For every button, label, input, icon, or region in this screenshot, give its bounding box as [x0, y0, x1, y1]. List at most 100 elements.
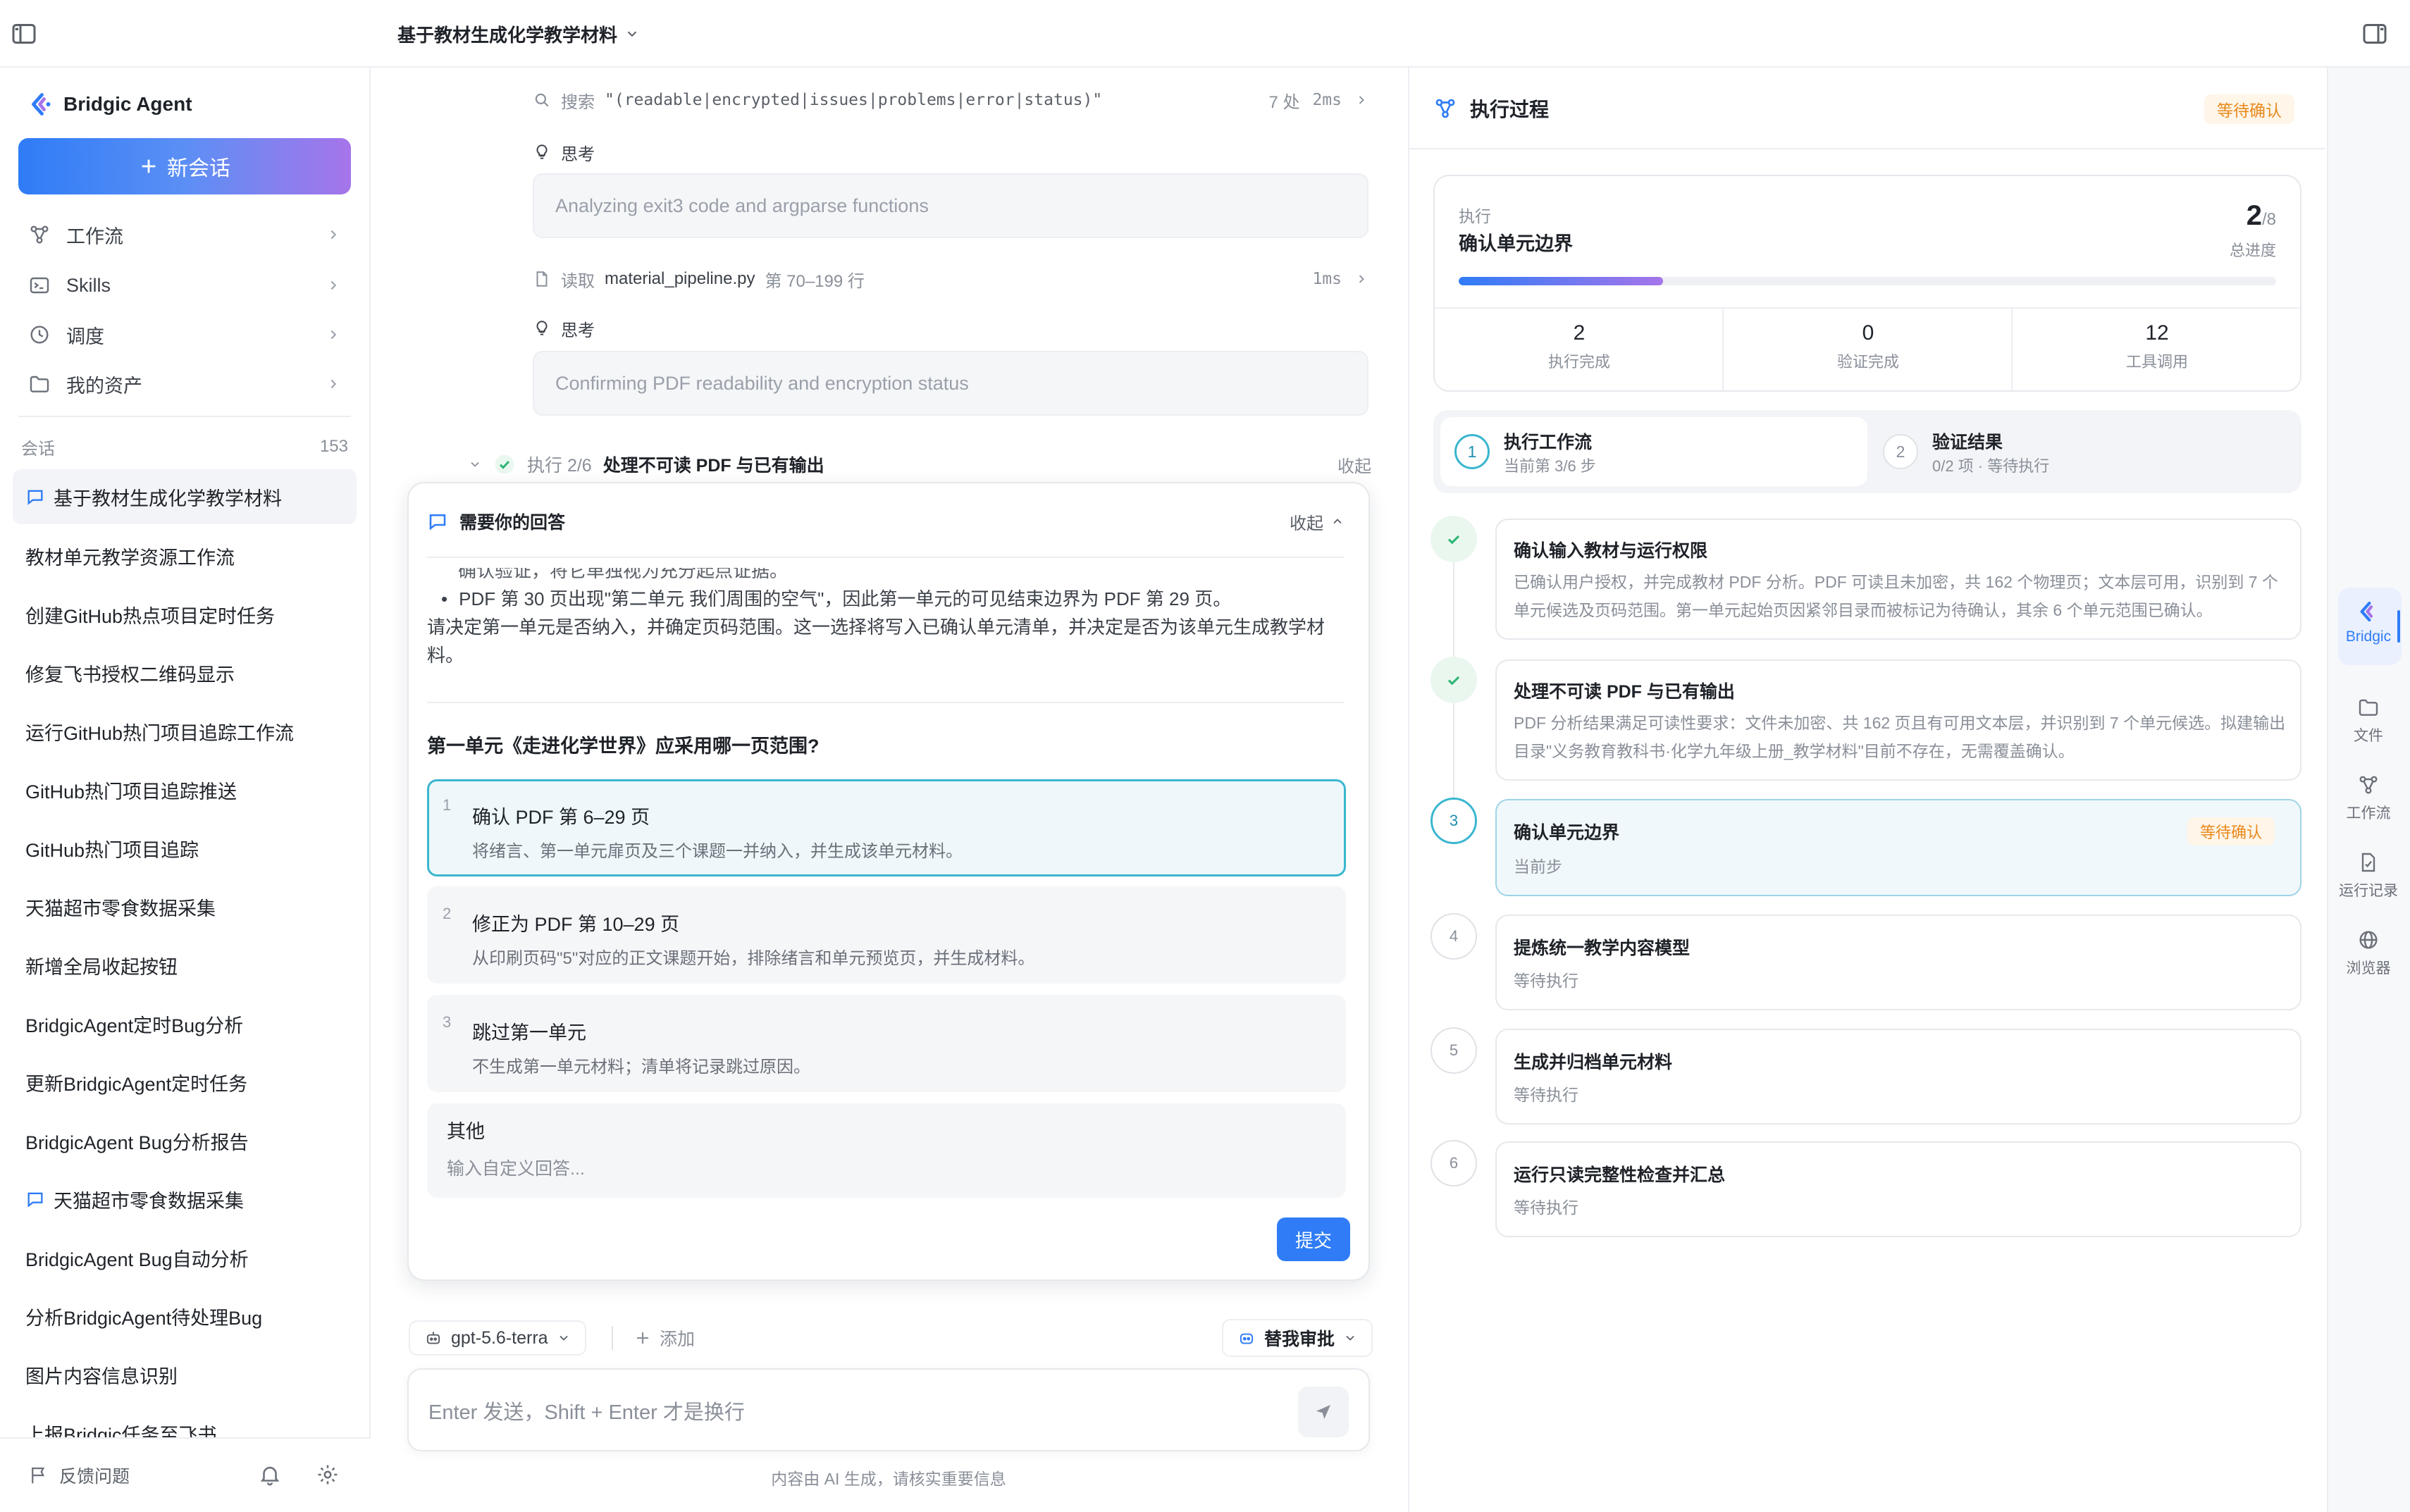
session-item[interactable]: BridgicAgent Bug自动分析 — [13, 1230, 357, 1285]
option-number: 2 — [443, 905, 452, 922]
session-item[interactable]: 新增全局收起按钮 — [13, 938, 357, 993]
rail-item-files[interactable]: 文件 — [2330, 696, 2407, 745]
step-desc: 已确认用户授权，并完成教材 PDF 分析。PDF 可读且未加密，共 162 个物… — [1514, 573, 2278, 619]
rail-item-run-log[interactable]: 运行记录 — [2330, 851, 2407, 900]
timeline-step[interactable] — [1495, 1029, 2301, 1124]
tool-call-read[interactable]: 读取 material_pipeline.py 第 70–199 行 1ms — [533, 262, 1368, 296]
divider — [427, 702, 1345, 703]
plus-icon — [139, 156, 159, 176]
think-label-text: 思考 — [561, 321, 595, 340]
stat-value: 0 — [1862, 321, 1874, 345]
sidebar-toggle-icon[interactable] — [10, 20, 38, 48]
rail-item-bridgic[interactable]: Bridgic — [2330, 600, 2407, 645]
session-item[interactable]: 教材单元教学资源工作流 — [13, 528, 357, 583]
session-item[interactable]: 天猫超市零食数据采集 — [13, 1172, 357, 1227]
other-label: 其他 — [447, 1121, 485, 1142]
panel-toggle-icon[interactable] — [2361, 20, 2389, 48]
think-content[interactable]: Analyzing exit3 code and argparse functi… — [533, 173, 1368, 238]
sidebar-item-workflow[interactable]: 工作流 — [18, 213, 351, 256]
stat-value: 2 — [1573, 321, 1586, 345]
brand[interactable]: Bridgic Agent — [28, 89, 192, 120]
session-item[interactable]: BridgicAgent Bug分析报告 — [13, 1113, 357, 1168]
session-label: 更新BridgicAgent定时任务 — [25, 1073, 248, 1095]
tool-call-search[interactable]: 搜索 "(readable|encrypted|issues|problems|… — [533, 83, 1368, 117]
session-item[interactable]: BridgicAgent定时Bug分析 — [13, 996, 357, 1051]
step-desc: 等待执行 — [1514, 1198, 1578, 1217]
step-status-done — [1430, 516, 1477, 562]
send-button[interactable] — [1298, 1387, 1349, 1437]
bullet-text: PDF 第 30 页出现"第二单元 我们周围的空气"，因此第一单元的可见结束边界… — [459, 588, 1232, 609]
stat-executed: 2 执行完成 — [1435, 321, 1724, 372]
session-label: 基于教材生成化学教学材料 — [54, 488, 282, 509]
lightbulb-icon — [533, 143, 551, 161]
step-desc: 等待执行 — [1514, 1086, 1578, 1104]
think-label: 思考 — [533, 138, 595, 166]
panel-header: 执行过程 — [1433, 93, 1549, 124]
collapse-label: 收起 — [1290, 514, 1323, 533]
session-item[interactable]: 基于教材生成化学教学材料 — [13, 469, 357, 524]
step-header[interactable]: 执行 2/6 处理不可读 PDF 与已有输出 收起 — [468, 448, 1371, 481]
divider — [612, 1326, 613, 1350]
phase-title: 执行工作流 — [1504, 433, 1593, 452]
sidebar-item-skills[interactable]: Skills — [18, 264, 351, 307]
session-item[interactable]: 天猫超市零食数据采集 — [13, 879, 357, 934]
status-badge: 等待确认 — [2187, 817, 2275, 845]
plus-icon — [634, 1330, 651, 1346]
step-desc: PDF 分析结果满足可读性要求：文件未加密、共 162 页且有可用文本层，并识别… — [1514, 714, 2286, 760]
rail-item-workflow[interactable]: 工作流 — [2330, 774, 2407, 823]
option-desc: 从印刷页码"5"对应的正文课题开始，排除绪言和单元预览页，并生成材料。 — [472, 949, 1035, 968]
timeline-step-current[interactable] — [1495, 799, 2301, 896]
chevron-right-icon — [1354, 93, 1368, 107]
option-title: 修正为 PDF 第 10–29 页 — [472, 914, 680, 935]
session-item[interactable]: 运行GitHub热门项目追踪工作流 — [13, 704, 357, 759]
step-title: 确认单元边界 — [1514, 823, 1620, 843]
option-number: 1 — [443, 796, 452, 814]
chevron-down-icon — [557, 1331, 571, 1345]
lightbulb-icon — [533, 319, 551, 337]
gear-icon[interactable] — [316, 1463, 340, 1487]
workflow-icon — [1433, 97, 1457, 120]
sidebar-item-assets[interactable]: 我的资产 — [18, 362, 351, 406]
session-label: GitHub热门项目追踪推送 — [25, 781, 237, 803]
brand-name: Bridgic Agent — [63, 93, 192, 115]
session-item[interactable]: 修复飞书授权二维码显示 — [13, 645, 357, 700]
timeline-step[interactable] — [1495, 915, 2301, 1010]
answer-text-clipped: 确认验证，将它单独视为充分起点证据。 — [458, 568, 789, 581]
think-content[interactable]: Confirming PDF readability and encryptio… — [533, 351, 1368, 416]
sidebar-item-label: 我的资产 — [66, 375, 142, 397]
feedback-button[interactable]: 反馈问题 — [28, 1460, 130, 1491]
collapse-button[interactable]: 收起 — [1290, 509, 1345, 534]
session-item[interactable]: GitHub热门项目追踪推送 — [13, 762, 357, 817]
file-name: material_pipeline.py — [605, 269, 755, 288]
collapse-link[interactable]: 收起 — [1337, 452, 1371, 477]
ai-disclaimer: 内容由 AI 生成，请核实重要信息 — [771, 1470, 1006, 1488]
timeline-step[interactable] — [1495, 1141, 2301, 1237]
message-input[interactable] — [428, 1396, 1274, 1429]
rail-item-browser[interactable]: 浏览器 — [2330, 929, 2407, 978]
session-item[interactable]: 分析BridgicAgent待处理Bug — [13, 1289, 357, 1344]
chevron-up-icon — [1330, 514, 1345, 528]
stat-value: 12 — [2145, 321, 2169, 345]
session-item[interactable]: 图片内容信息识别 — [13, 1347, 357, 1402]
model-selector[interactable]: gpt-5.6-terra — [409, 1320, 586, 1356]
new-chat-button[interactable]: 新会话 — [18, 138, 351, 194]
answer-bullet: • PDF 第 30 页出现"第二单元 我们周围的空气"，因此第一单元的可见结束边… — [427, 585, 1345, 613]
bell-icon[interactable] — [258, 1463, 282, 1487]
add-label: 添加 — [660, 1330, 696, 1349]
session-label: GitHub热门项目追踪 — [25, 839, 199, 861]
sidebar-item-label: Skills — [66, 274, 111, 296]
sessions-header: 会话 153 — [21, 433, 348, 461]
auto-approve-selector[interactable]: 替我审批 — [1222, 1319, 1373, 1357]
conversation-title[interactable]: 基于教材生成化学教学材料 — [397, 18, 640, 49]
stat-verified: 0 验证完成 — [1724, 321, 2013, 372]
session-item[interactable]: GitHub热门项目追踪 — [13, 821, 357, 876]
search-query: "(readable|encrypted|issues|problems|err… — [605, 91, 1103, 109]
add-button[interactable]: 添加 — [634, 1320, 695, 1356]
submit-button[interactable]: 提交 — [1277, 1217, 1350, 1261]
sidebar-item-schedule[interactable]: 调度 — [18, 313, 351, 357]
custom-answer-input[interactable] — [447, 1154, 1321, 1184]
step-progress: 执行 2/6 — [527, 456, 592, 476]
session-label: 天猫超市零食数据采集 — [25, 898, 216, 919]
session-item[interactable]: 创建GitHub热点项目定时任务 — [13, 587, 357, 642]
session-item[interactable]: 更新BridgicAgent定时任务 — [13, 1055, 357, 1110]
